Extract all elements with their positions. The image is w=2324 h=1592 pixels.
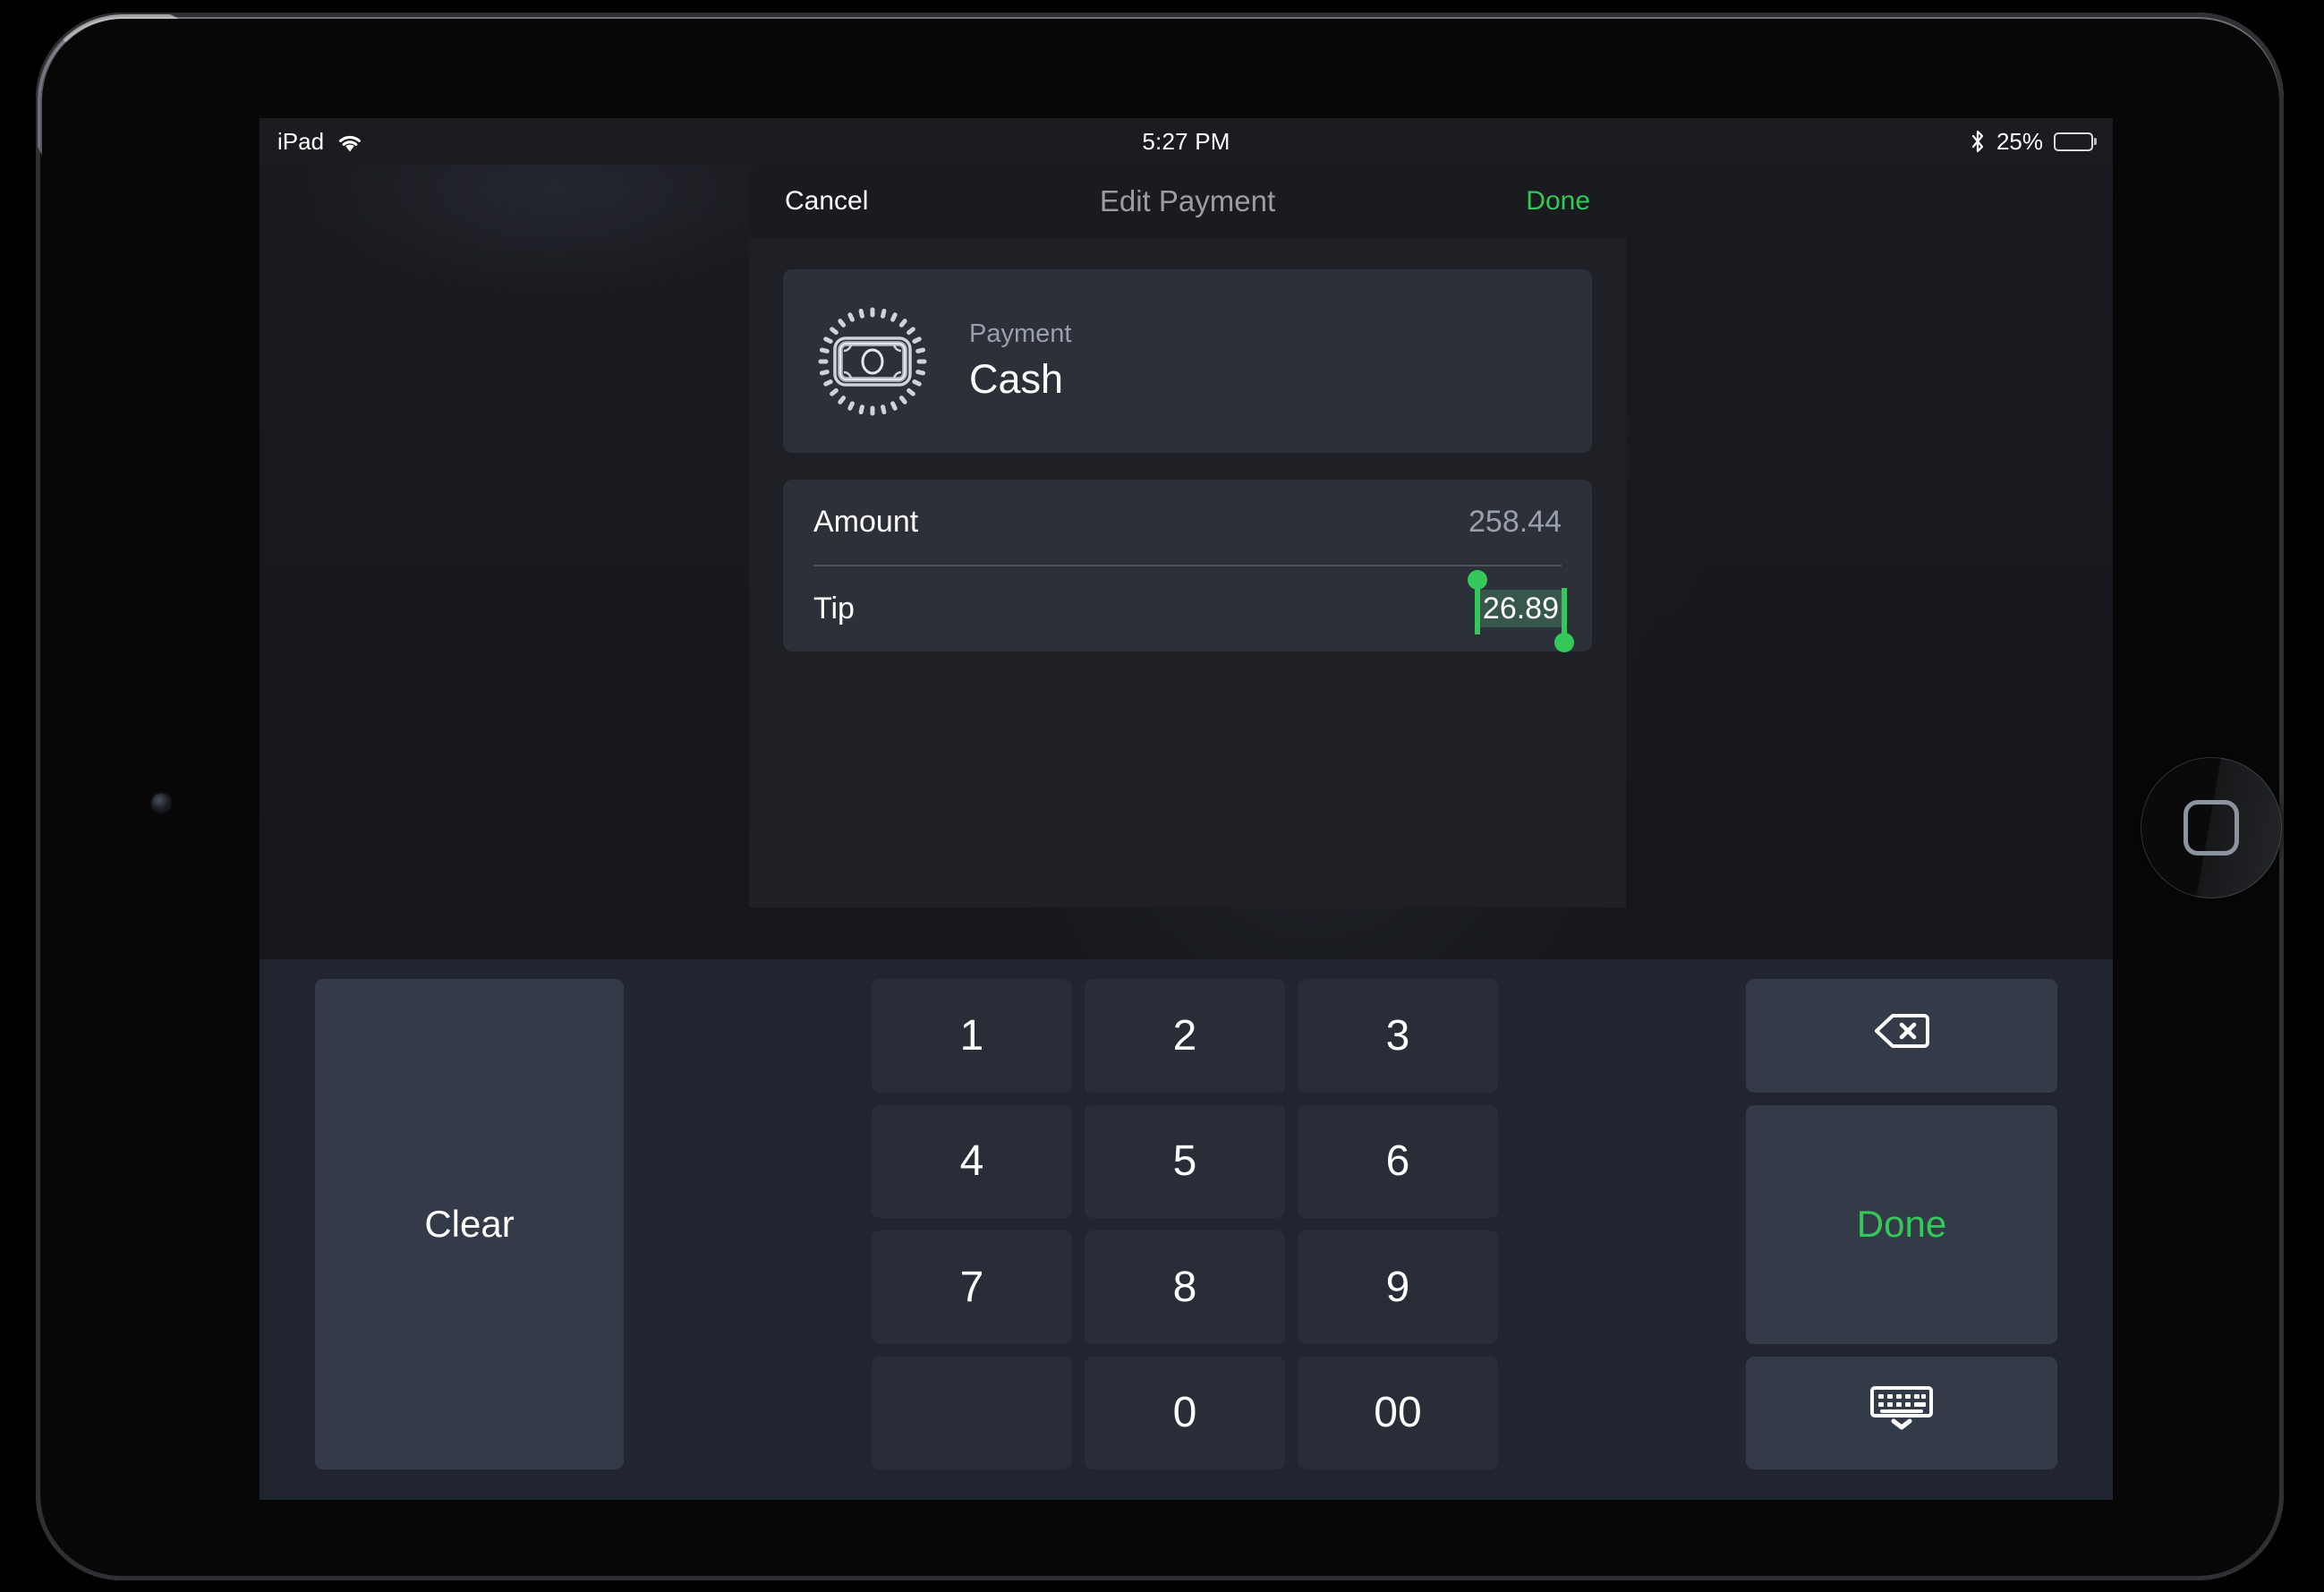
keypad-key-6[interactable]: 6 [1298,1104,1498,1218]
numeric-keypad: Clear 1 2 3 4 5 6 7 8 9 0 00 Done [260,959,2113,1500]
bluetooth-icon [1970,130,1986,153]
keypad-clear-button[interactable]: Clear [315,979,624,1469]
keypad-key-7[interactable]: 7 [872,1230,1072,1344]
payment-method-text: Payment Cash [969,319,1071,403]
keypad-key-9[interactable]: 9 [1298,1230,1498,1344]
payment-method-value: Cash [969,356,1064,402]
tip-row[interactable]: Tip 26.89 [783,566,1592,652]
modal-header: Cancel Edit Payment Done [749,165,1626,238]
keypad-key-5[interactable]: 5 [1085,1104,1285,1218]
tip-value-field[interactable]: 26.89 [1467,570,1574,652]
amount-label: Amount [813,505,919,539]
modal-title: Edit Payment [1099,184,1276,217]
battery-percent-label: 25% [1996,127,2043,155]
keypad-key-blank[interactable] [872,1356,1072,1469]
payment-label: Payment [969,319,1072,348]
payment-fields-card: Amount 258.44 Tip 26.89 [783,480,1592,652]
keypad-done-button[interactable]: Done [1746,1104,2057,1344]
selection-handle-start-icon[interactable] [1467,570,1487,634]
home-square-icon [2184,800,2239,856]
tip-value[interactable]: 26.89 [1479,590,1562,627]
status-bar-clock: 5:27 PM [1142,127,1230,155]
keypad-key-3[interactable]: 3 [1298,979,1498,1093]
edit-payment-modal: Cancel Edit Payment Done Payment Cash Am… [749,165,1626,907]
ipad-device-frame: iPad 5:27 PM 25% Cancel Edit Payment Don… [36,13,2284,1580]
selection-knob-icon [1554,633,1574,652]
keypad-key-8[interactable]: 8 [1085,1230,1285,1344]
keypad-key-00[interactable]: 00 [1298,1356,1498,1469]
battery-icon [2054,132,2093,151]
status-bar: iPad 5:27 PM 25% [260,118,2113,165]
keypad-key-0[interactable]: 0 [1085,1356,1285,1469]
ipad-screen: iPad 5:27 PM 25% Cancel Edit Payment Don… [260,118,2113,1500]
payment-method-card[interactable]: Payment Cash [783,269,1592,453]
amount-value[interactable]: 258.44 [1468,505,1562,540]
selection-knob-icon [1467,570,1487,590]
cancel-button[interactable]: Cancel [785,186,868,217]
home-button[interactable] [2141,757,2282,898]
cash-banknote-icon [810,299,935,424]
keypad-key-4[interactable]: 4 [872,1104,1072,1218]
backspace-delete-icon [1874,1011,1929,1060]
tip-label: Tip [813,592,855,626]
status-bar-right: 25% [1970,128,2093,156]
keypad-key-2[interactable]: 2 [1085,979,1285,1093]
amount-row[interactable]: Amount 258.44 [783,480,1592,565]
hide-keyboard-icon [1869,1385,1935,1441]
keypad-key-1[interactable]: 1 [872,979,1072,1093]
keypad-hide-keyboard-button[interactable] [1746,1356,2057,1469]
selection-handle-end-icon[interactable] [1554,588,1574,652]
keypad-backspace-button[interactable] [1746,979,2057,1093]
header-done-button[interactable]: Done [1526,186,1590,217]
front-camera-icon [152,794,170,812]
